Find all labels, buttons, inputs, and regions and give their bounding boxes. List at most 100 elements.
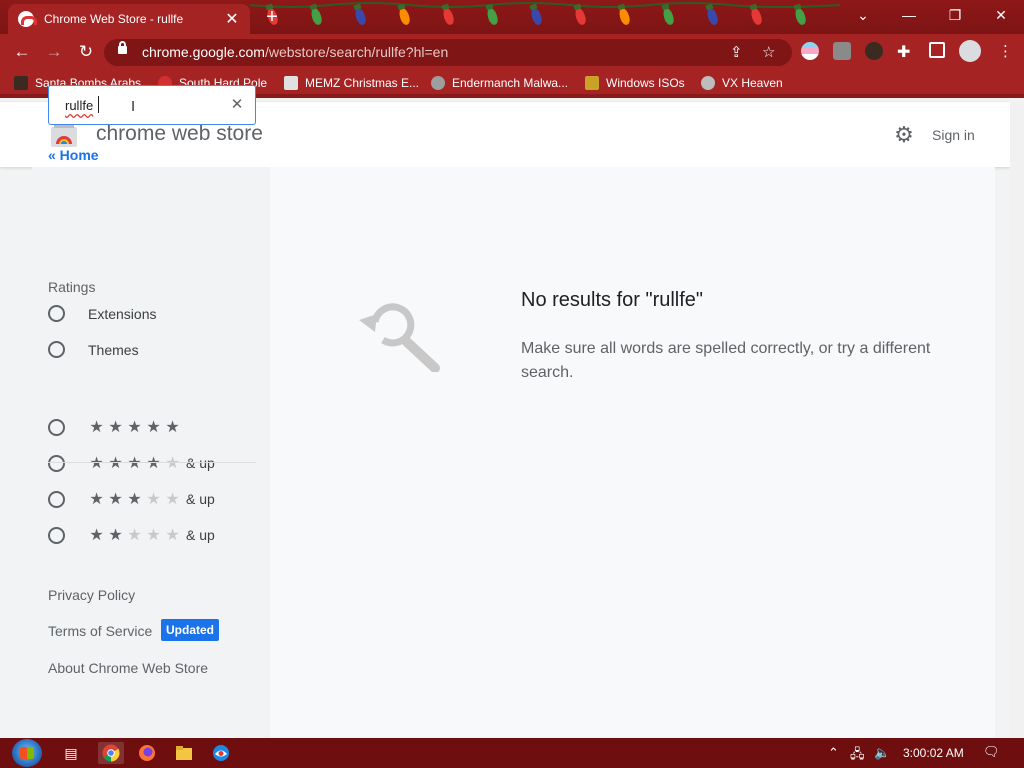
radio-button[interactable] (48, 526, 65, 544)
clear-search-icon[interactable]: ✕ (227, 95, 247, 113)
filter-themes[interactable]: Themes (48, 341, 139, 358)
star-rating: ★ ★ ★ ★ ★ & up (87, 453, 214, 473)
radio-button[interactable] (48, 454, 65, 472)
minimize-button[interactable]: — (891, 0, 927, 30)
star-icon: ★ (89, 491, 104, 508)
star-icon: ★ (89, 419, 104, 436)
side-panel-icon[interactable] (929, 42, 945, 58)
bookmark-label: MEMZ Christmas E... (305, 76, 420, 90)
text-caret (98, 96, 99, 113)
radio-button[interactable] (48, 418, 65, 436)
bookmark-icon-5 (585, 76, 599, 90)
extension-s-icon[interactable] (833, 42, 851, 60)
chrome-taskbar-icon[interactable] (98, 742, 124, 764)
star-icon: ★ (108, 419, 123, 436)
firefox-logo-icon (139, 745, 155, 761)
gear-icon[interactable]: ⚙ (892, 123, 916, 147)
bookmark-icon-1 (14, 76, 28, 90)
star-icon: ★ (146, 455, 161, 472)
home-link[interactable]: « Home (48, 147, 99, 163)
light-bulb (353, 7, 368, 26)
mouse-ibeam-cursor-icon: I (131, 98, 136, 115)
file-explorer-taskbar-icon[interactable] (171, 742, 197, 764)
extension-avatar-icon[interactable] (865, 42, 883, 60)
no-results-search-icon (359, 303, 440, 372)
bookmark-star-icon[interactable]: ☆ (762, 43, 775, 61)
star-empty-icon: ★ (165, 527, 180, 544)
back-icon[interactable]: ← (10, 40, 34, 64)
star-empty-icon: ★ (146, 527, 161, 544)
tab-title: Chrome Web Store - rullfe (44, 12, 184, 26)
reload-icon[interactable]: ↻ (74, 40, 98, 64)
firefox-taskbar-icon[interactable] (134, 742, 160, 764)
bookmark-item[interactable]: Windows ISOs (585, 76, 685, 90)
christmas-lights-decoration (250, 0, 840, 34)
bookmark-item[interactable]: MEMZ Christmas E... (284, 76, 419, 90)
app-taskbar-icon[interactable] (208, 742, 234, 764)
restore-button[interactable]: ❐ (937, 0, 973, 30)
rating-filter-3[interactable]: ★ ★ ★ ★ ★ & up (48, 489, 215, 509)
rating-filter-5[interactable]: ★ ★ ★ ★ ★ (48, 417, 182, 437)
extensions-puzzle-icon[interactable]: ✚ (897, 42, 910, 62)
bookmark-item[interactable]: Endermanch Malwa... (431, 76, 568, 90)
light-bulb (705, 7, 720, 26)
radio-button[interactable] (48, 305, 65, 322)
bookmark-item[interactable]: VX Heaven (701, 76, 783, 90)
no-results-message: Make sure all words are spelled correctl… (521, 340, 931, 381)
radio-button[interactable] (48, 341, 65, 358)
page-scrollbar[interactable] (1010, 102, 1024, 738)
sign-in-link[interactable]: Sign in (932, 127, 975, 143)
start-orb-icon[interactable] (12, 739, 42, 767)
extension-flag-icon[interactable] (801, 42, 819, 60)
address-bar[interactable]: chrome.google.com/webstore/search/rullfe… (104, 39, 792, 66)
volume-icon[interactable]: 🔈 (874, 745, 890, 761)
chrome-web-store-logo-icon[interactable] (50, 122, 78, 148)
search-input-value: rullfe (65, 98, 94, 113)
about-store-link[interactable]: About Chrome Web Store (48, 660, 208, 676)
url-path: /webstore/search/rullfe?hl=en (264, 44, 449, 60)
star-empty-icon: ★ (146, 491, 161, 508)
chrome-logo-icon (102, 744, 120, 762)
menu-kebab-icon[interactable]: ⋮ (998, 42, 1013, 60)
filter-label: Themes (88, 341, 139, 358)
no-results-title: No results for "rullfe" (521, 289, 704, 311)
close-window-button[interactable]: ✕ (983, 0, 1019, 30)
tab-close-icon[interactable]: ✕ (224, 9, 240, 29)
share-icon[interactable]: ⇪ (730, 43, 743, 61)
bookmark-label: VX Heaven (722, 76, 783, 90)
taskbar-clock[interactable]: 3:00:02 AM (903, 746, 964, 760)
web-store-favicon-icon (18, 11, 37, 27)
show-hidden-icons-icon[interactable]: ⌃ (828, 745, 839, 761)
light-bulb (309, 7, 324, 26)
ratings-heading: Ratings (48, 279, 96, 295)
star-icon: ★ (108, 527, 123, 544)
star-empty-icon: ★ (165, 491, 180, 508)
search-input[interactable]: rullfe I ✕ (48, 85, 256, 125)
profile-avatar-icon[interactable] (959, 40, 981, 62)
bookmark-icon-4 (431, 76, 445, 90)
terms-of-service-link[interactable]: Terms of Service (48, 623, 152, 639)
star-icon: ★ (146, 419, 161, 436)
url-text[interactable]: chrome.google.com/webstore/search/rullfe… (142, 44, 448, 60)
title-bar: Chrome Web Store - rullfe ✕ + ⌄ — ❐ ✕ (0, 0, 1024, 34)
filter-extensions[interactable]: Extensions (48, 305, 156, 322)
light-bulb (441, 7, 456, 26)
tab-search-button[interactable]: ⌄ (845, 0, 881, 30)
star-icon: ★ (89, 527, 104, 544)
light-bulb (573, 7, 588, 26)
task-view-icon[interactable]: ▤ (58, 742, 84, 764)
lock-icon[interactable] (118, 41, 127, 54)
network-icon[interactable]: 🖧 (850, 745, 865, 767)
privacy-policy-link[interactable]: Privacy Policy (48, 587, 135, 603)
star-rating: ★ ★ ★ ★ ★ & up (87, 489, 214, 509)
new-tab-button[interactable]: + (262, 6, 282, 29)
action-center-icon[interactable]: 🗨 (983, 744, 1000, 760)
store-title[interactable]: chrome web store (96, 122, 263, 146)
rating-filter-2[interactable]: ★ ★ ★ ★ ★ & up (48, 525, 215, 545)
rating-filter-4[interactable]: ★ ★ ★ ★ ★ & up (48, 453, 215, 473)
windows-taskbar: ▤ ⌃ 🖧 🔈 3:00:02 AM 🗨 (0, 738, 1024, 768)
light-bulb (529, 7, 544, 26)
radio-button[interactable] (48, 490, 65, 508)
browser-tab[interactable]: Chrome Web Store - rullfe ✕ (8, 4, 250, 34)
forward-icon[interactable]: → (42, 40, 66, 64)
